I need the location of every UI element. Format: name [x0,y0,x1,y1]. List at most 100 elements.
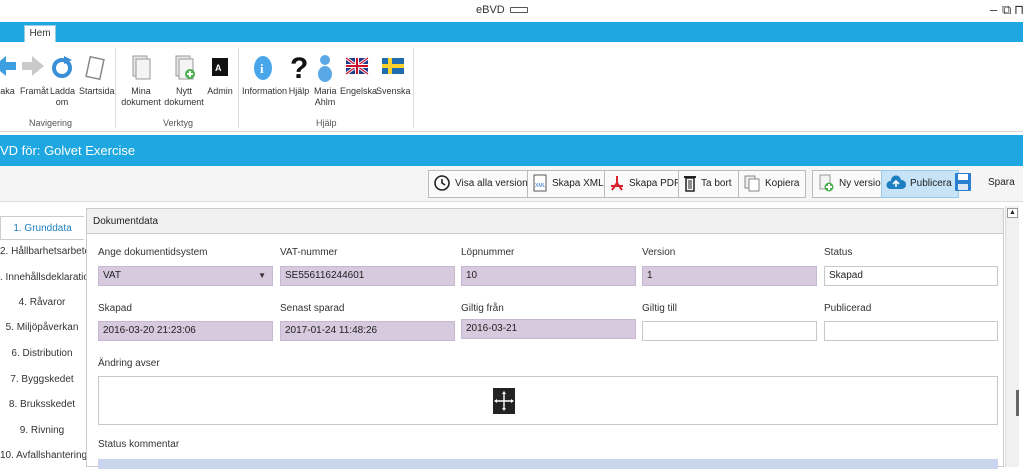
section-sidebar: 1. Grunddata 2. Hållbarhetsarbete . Inne… [0,206,95,468]
ribbon-separator [115,48,116,128]
document-toolbar: Visa alla versioner XML Skapa XML Skapa P… [0,166,1023,202]
window-title-text: eBVD [476,4,505,16]
giltig-till-field[interactable] [642,321,817,341]
version-label: Version [642,247,676,258]
sweden-flag-icon [382,58,404,74]
status-kommentar-label: Status kommentar [98,439,180,450]
restore-button[interactable]: ⧉ [1002,2,1011,18]
create-pdf-label: Skapa PDF [629,178,681,189]
uk-flag-icon [345,56,369,76]
delete-button[interactable]: Ta bort [678,170,739,198]
publish-button[interactable]: Publicera [881,170,959,198]
scroll-thumb[interactable] [1016,390,1019,416]
svg-text:A: A [215,63,222,73]
sidebar-item-hallbarhetsarbete[interactable]: 2. Hållbarhetsarbete [0,240,90,264]
giltig-fran-field[interactable]: 2016-03-21 [461,319,636,339]
ribbon-tab-bar: Hem [0,22,1023,42]
sidebar-item-innehallsdeklaration[interactable]: . Innehållsdeklaration [0,266,95,290]
my-documents-label-1: Mina [131,86,151,96]
giltig-fran-label: Giltig från [461,303,504,314]
sidebar-item-miljopaverkan[interactable]: 5. Miljöpåverkan [0,316,84,340]
save-label: Spara [988,177,1015,188]
status-kommentar-field[interactable] [98,459,998,469]
andring-textarea[interactable] [98,376,998,425]
swedish-button-label: Svenska [376,86,411,96]
system-label: Ange dokumentidsystem [98,247,208,258]
delete-label: Ta bort [701,178,732,189]
publicerad-field[interactable] [824,321,998,341]
admin-button[interactable]: A Admin [206,48,234,97]
minimize-button[interactable]: – [990,2,997,17]
pdf-icon [611,176,623,191]
sidebar-item-distribution[interactable]: 6. Distribution [0,342,84,366]
user-label-2: Ahlm [314,97,336,107]
sidebar-item-avfallshantering[interactable]: 10. Avfallshantering [0,444,87,468]
lopnummer-field[interactable]: 10 [461,266,636,286]
sidebar-item-rivning[interactable]: 9. Rivning [0,419,84,443]
forward-arrow-icon [22,56,44,76]
vat-field[interactable]: SE556116244601 [280,266,455,286]
back-button-label: baka [0,86,15,96]
swedish-button[interactable]: Svenska [376,48,411,97]
new-document-icon [175,55,195,80]
skapad-label: Skapad [98,303,132,314]
ribbon-separator [238,48,239,128]
vertical-scrollbar[interactable]: ▲ [1005,206,1019,467]
sidebar-item-ravaror[interactable]: 4. Råvaror [0,291,84,315]
move-handle[interactable] [493,388,515,414]
back-button[interactable]: baka [0,48,18,97]
startpage-icon [85,55,105,81]
scroll-up-button[interactable]: ▲ [1007,208,1018,218]
chevron-down-icon: ▼ [258,271,266,280]
user-button[interactable]: Maria Ahlm [314,48,337,108]
create-xml-button[interactable]: XML Skapa XML [527,170,611,198]
skapad-field[interactable]: 2016-03-20 21:23:06 [98,321,273,341]
english-button-label: Engelska [340,86,378,96]
forward-button[interactable]: Framåt [20,48,49,97]
system-select[interactable]: VAT ▼ [98,266,273,286]
help-icon: ? [290,52,308,84]
publish-label: Publicera [910,178,952,189]
startpage-button[interactable]: Startsida [79,48,115,97]
status-field[interactable]: Skapad [824,266,998,286]
svg-text:?: ? [290,52,308,84]
sparad-field[interactable]: 2017-01-24 11:48:26 [280,321,455,341]
document-header: VD för: Golvet Exercise [0,135,1023,166]
title-bar: eBVD – ⧉ ⊓ [0,0,1023,22]
reload-button[interactable]: Ladda om [50,48,76,108]
new-version-label: Ny version [839,178,887,189]
sidebar-item-bruksskedet[interactable]: 8. Bruksskedet [0,393,84,417]
startpage-button-label: Startsida [79,86,115,96]
group-label-verktyg: Verktyg [163,118,194,128]
admin-button-label: Admin [207,86,233,96]
ribbon-separator [413,48,414,128]
create-pdf-button[interactable]: Skapa PDF [604,170,688,198]
copy-icon [744,175,760,192]
info-icon: i [254,56,272,80]
group-label-navigering: Navigering [29,118,73,128]
reload-button-label-1: Ladda [50,86,76,96]
copy-label: Kopiera [765,178,800,189]
copy-button[interactable]: Kopiera [738,170,807,198]
create-xml-label: Skapa XML [552,178,604,189]
english-button[interactable]: Engelska [340,48,378,97]
new-version-icon [819,174,834,192]
save-button[interactable]: Spara [950,170,1021,198]
sidebar-item-grunddata[interactable]: 1. Grunddata [0,216,84,240]
history-icon [434,175,450,192]
my-documents-button[interactable]: Mina dokument [119,48,163,108]
save-icon [955,173,971,192]
move-icon [494,391,514,411]
cloud-upload-icon [886,175,906,190]
close-button[interactable]: ⊓ [1014,2,1023,18]
new-document-button[interactable]: Nytt dokument [164,48,204,108]
document-title: VD för: Golvet Exercise [0,143,136,158]
tab-hem[interactable]: Hem [24,25,56,42]
forward-button-label: Framåt [20,86,49,96]
information-button[interactable]: i Information [242,48,287,97]
help-button-label: Hjälp [288,86,310,96]
version-field[interactable]: 1 [642,266,817,286]
andring-label: Ändring avser [98,358,160,369]
help-button[interactable]: ? Hjälp [288,48,310,97]
sidebar-item-byggskedet[interactable]: 7. Byggskedet [0,368,84,392]
